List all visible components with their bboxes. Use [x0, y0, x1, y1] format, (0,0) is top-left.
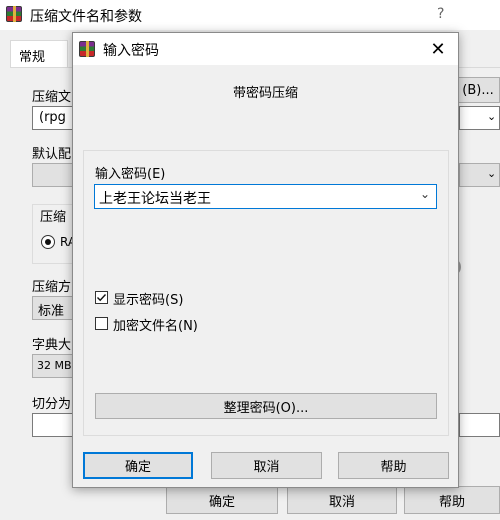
update-mode-dropdown[interactable]: ⌄	[459, 163, 500, 187]
radio-rar[interactable]	[41, 235, 55, 249]
bg-window-title: 压缩文件名和参数	[30, 9, 142, 25]
ok-button-label: 确定	[124, 460, 151, 475]
chevron-down-icon: ⌄	[487, 110, 497, 123]
archive-name-value: (rpg	[39, 110, 66, 125]
bg-cancel-label: 取消	[328, 494, 355, 510]
help-button[interactable]: 帮助	[338, 452, 449, 479]
browse-button[interactable]: (B)...	[456, 77, 500, 103]
split-input[interactable]	[32, 413, 74, 437]
browse-button-label: (B)...	[462, 82, 494, 98]
cancel-button[interactable]: 取消	[211, 452, 322, 479]
ok-button[interactable]: 确定	[83, 452, 193, 479]
winrar-icon	[6, 6, 22, 22]
help-question-icon[interactable]: ?	[437, 6, 444, 22]
encrypt-names-checkbox[interactable]	[95, 317, 108, 330]
winrar-icon	[79, 41, 95, 57]
password-dialog: 输入密码 ✕ 带密码压缩 输入密码(E) 上老王论坛当老王 ⌄ 显示密码(S) …	[72, 32, 459, 488]
organize-passwords-button[interactable]: 整理密码(O)...	[95, 393, 437, 419]
label-default-profile: 默认配	[32, 147, 72, 162]
label-dict: 字典大	[32, 338, 72, 353]
encrypt-names-label[interactable]: 加密文件名(N)	[113, 315, 198, 334]
password-value: 上老王论坛当老王	[99, 191, 211, 207]
organize-passwords-label: 整理密码(O)...	[223, 400, 309, 416]
split-unit-dropdown[interactable]	[459, 413, 500, 437]
label-split: 切分为	[32, 397, 72, 412]
dict-value: 32 MB	[37, 359, 72, 372]
cancel-button-label: 取消	[253, 460, 280, 475]
dict-select[interactable]: 32 MB	[32, 354, 74, 378]
help-button-label: 帮助	[380, 460, 407, 475]
bg-ok-label: 确定	[208, 494, 235, 510]
checkmark-icon	[97, 294, 107, 302]
bg-ok-button[interactable]: 确定	[166, 486, 278, 514]
tab-general-label: 常规	[19, 50, 46, 65]
bg-help-button[interactable]: 帮助	[404, 486, 500, 514]
bg-cancel-button[interactable]: 取消	[287, 486, 397, 514]
password-label: 输入密码(E)	[95, 167, 166, 182]
dialog-titlebar: 输入密码 ✕	[73, 33, 458, 65]
label-format: 压缩	[40, 210, 67, 225]
show-password-label[interactable]: 显示密码(S)	[113, 289, 183, 308]
label-archive-name: 压缩文	[32, 90, 72, 105]
chevron-down-icon[interactable]: ⌄	[420, 187, 430, 201]
tab-general[interactable]: 常规	[10, 40, 68, 68]
method-value: 标准	[38, 304, 65, 319]
method-select[interactable]: 标准	[32, 296, 74, 320]
chevron-down-icon: ⌄	[487, 167, 497, 180]
bg-window-titlebar: 压缩文件名和参数 ?	[0, 0, 500, 30]
default-profile-button[interactable]	[32, 163, 74, 187]
close-icon[interactable]: ✕	[418, 33, 458, 65]
bg-help-label: 帮助	[438, 494, 465, 510]
password-combobox[interactable]: 上老王论坛当老王 ⌄	[94, 184, 437, 209]
dialog-title: 输入密码	[103, 43, 159, 59]
dialog-heading: 带密码压缩	[232, 86, 298, 101]
label-method: 压缩方	[32, 280, 72, 295]
show-password-checkbox[interactable]	[95, 291, 108, 304]
archive-name-dropdown[interactable]: ⌄	[459, 106, 500, 130]
